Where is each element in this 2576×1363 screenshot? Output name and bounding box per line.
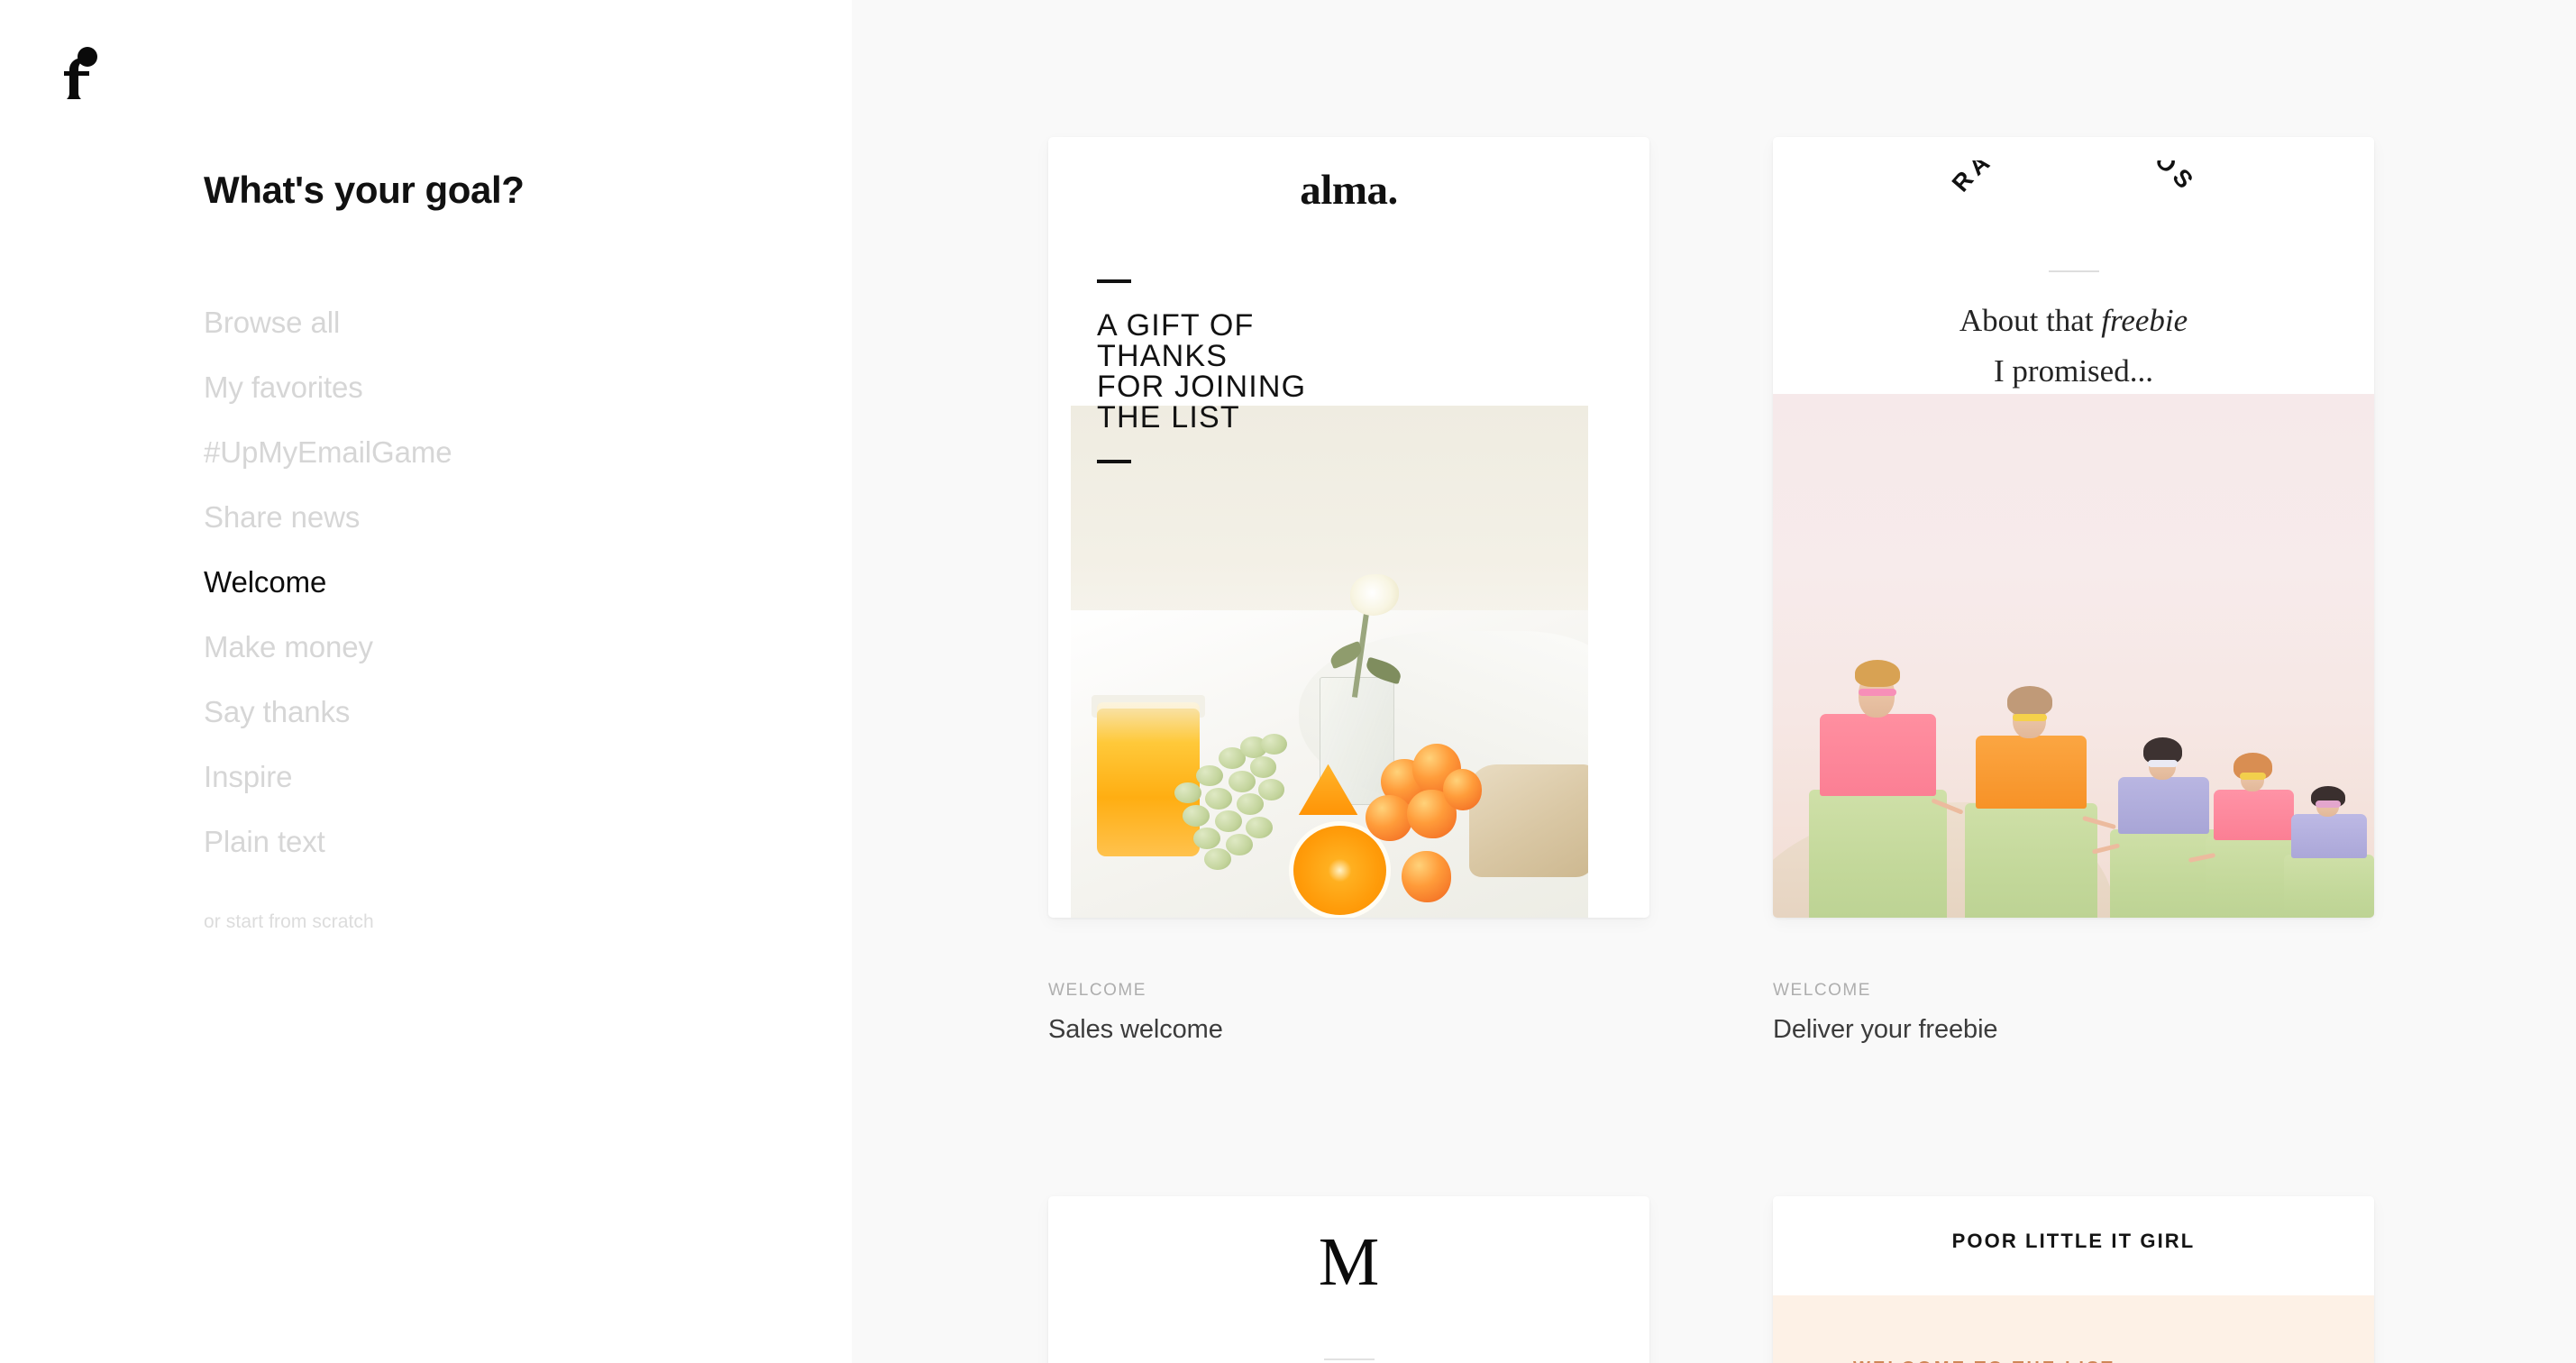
sidebar-item-browse-all[interactable]: Browse all <box>204 290 763 355</box>
sales-welcome-photo <box>1071 406 1588 918</box>
raven-headline-plain: About that <box>1959 303 2102 338</box>
plig-eyebrow-text: WELCOME TO THE LIST <box>1853 1358 2115 1363</box>
template-card-deliver-your-freebie[interactable]: RAVEN STUDIOS About that freebie I promi… <box>1773 137 2374 918</box>
sidebar-item-say-thanks[interactable]: Say thanks <box>204 680 763 745</box>
card-meta-deliver-your-freebie: WELCOME Deliver your freebie <box>1773 981 1998 1045</box>
plig-wordmark: POOR LITTLE IT GIRL <box>1951 1230 2196 1252</box>
raven-headline-line1: About that freebie <box>1773 303 2374 339</box>
sidebar: What's your goal? Browse all My favorite… <box>0 0 852 1363</box>
sidebar-item-make-money[interactable]: Make money <box>204 615 763 680</box>
sidebar-item-share-news[interactable]: Share news <box>204 485 763 550</box>
alma-wordmark: alma. <box>1300 167 1398 214</box>
plig-header: POOR LITTLE IT GIRL <box>1773 1196 2374 1295</box>
sidebar-item-welcome[interactable]: Welcome <box>204 550 763 615</box>
svg-text:RAVEN STUDIOS: RAVEN STUDIOS <box>1946 160 2200 197</box>
plig-peach-band: WELCOME TO THE LIST <box>1773 1295 2374 1363</box>
card-title[interactable]: Sales welcome <box>1048 1015 1223 1045</box>
divider-rule <box>2048 270 2099 272</box>
divider-rule-bottom <box>1097 460 1131 463</box>
flodesk-f-logo-icon[interactable] <box>56 43 105 101</box>
card-title[interactable]: Deliver your freebie <box>1773 1015 1998 1045</box>
start-from-scratch-link[interactable]: or start from scratch <box>204 911 374 933</box>
template-grid: alma. A GIFT OF THANKS FOR JOINING THE L… <box>852 0 2576 1363</box>
page-title: What's your goal? <box>204 169 525 211</box>
sidebar-item-my-favorites[interactable]: My favorites <box>204 355 763 420</box>
template-card-poor-little-it-girl[interactable]: POOR LITTLE IT GIRL WELCOME TO THE LIST <box>1773 1196 2374 1363</box>
monogram-m-logo: M <box>1318 1224 1380 1300</box>
raven-headline-line2: I promised... <box>1994 353 2153 389</box>
raven-header: RAVEN STUDIOS About that freebie I promi… <box>1773 137 2374 394</box>
raven-headline-italic: freebie <box>2101 303 2188 338</box>
template-gallery-screen: What's your goal? Browse all My favorite… <box>0 0 2576 1363</box>
sidebar-item-inspire[interactable]: Inspire <box>204 745 763 810</box>
sidebar-item-upmyemailgame[interactable]: #UpMyEmailGame <box>204 420 763 485</box>
raven-studios-arc-logo: RAVEN STUDIOS <box>1925 160 2223 247</box>
deliver-your-freebie-photo <box>1773 394 2374 918</box>
divider-rule-top <box>1097 279 1131 283</box>
card-category: WELCOME <box>1048 981 1147 1000</box>
template-card-sales-welcome[interactable]: alma. A GIFT OF THANKS FOR JOINING THE L… <box>1048 137 1649 918</box>
card-meta-sales-welcome: WELCOME Sales welcome <box>1048 981 1223 1045</box>
sales-welcome-heading: A GIFT OF THANKS FOR JOINING THE LIST <box>1097 308 1307 435</box>
card-category: WELCOME <box>1773 981 1872 1000</box>
sidebar-item-plain-text[interactable]: Plain text <box>204 810 763 874</box>
goal-nav-list: Browse all My favorites #UpMyEmailGame S… <box>204 290 763 874</box>
sales-welcome-copy: A GIFT OF THANKS FOR JOINING THE LIST <box>1097 279 1475 463</box>
template-card-monogram-m[interactable]: M <box>1048 1196 1649 1363</box>
divider-rule <box>1323 1358 1375 1360</box>
